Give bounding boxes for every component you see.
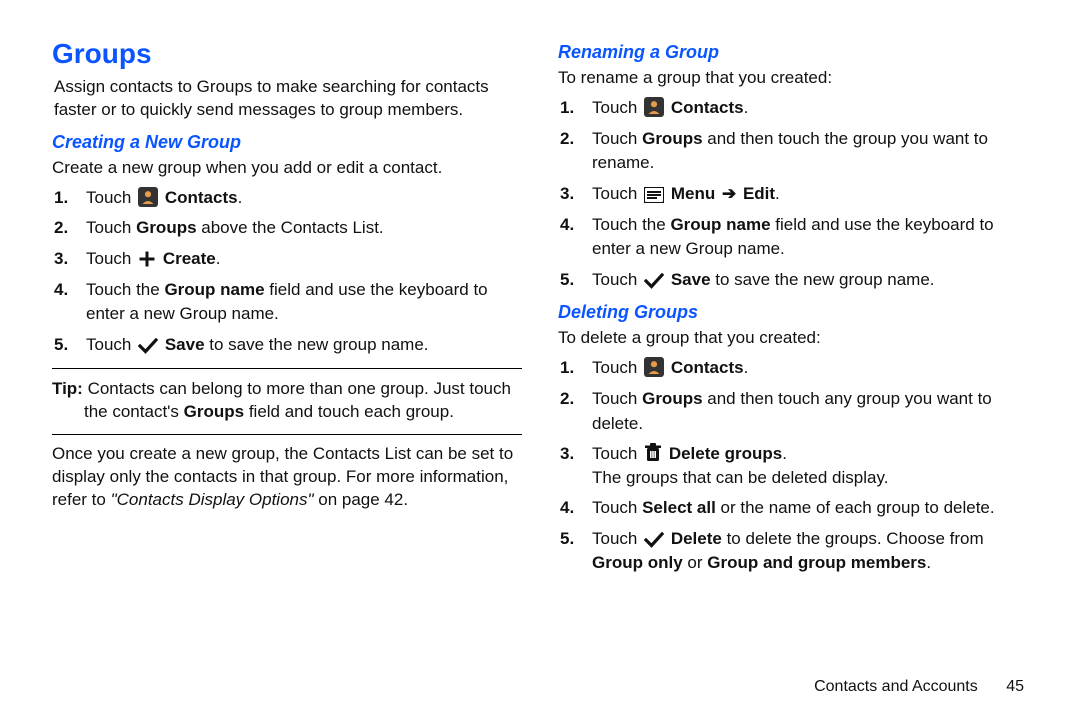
- check-icon: [644, 273, 664, 289]
- contacts-icon: [644, 357, 664, 377]
- subheading-creating: Creating a New Group: [52, 132, 522, 153]
- step: Touch Save to save the new group name.: [80, 333, 522, 358]
- creating-steps: Touch Contacts. Touch Groups above the C…: [52, 186, 522, 358]
- tip-text: Tip: Contacts can belong to more than on…: [52, 377, 522, 425]
- deleting-lead: To delete a group that you created:: [558, 327, 1028, 350]
- contacts-icon: [644, 97, 664, 117]
- page-footer: Contacts and Accounts 45: [814, 678, 1024, 696]
- step: Touch Save to save the new group name.: [586, 268, 1028, 293]
- creating-lead: Create a new group when you add or edit …: [52, 157, 522, 180]
- contacts-icon: [138, 187, 158, 207]
- step-note: The groups that can be deleted display.: [592, 467, 1028, 490]
- intro-paragraph: Assign contacts to Groups to make search…: [52, 76, 522, 122]
- section-heading: Groups: [52, 38, 522, 70]
- deleting-steps: Touch Contacts. Touch Groups and then to…: [558, 356, 1028, 575]
- divider: [52, 368, 522, 369]
- step: Touch Select all or the name of each gro…: [586, 496, 1028, 521]
- chapter-title: Contacts and Accounts: [814, 678, 978, 695]
- step: Touch Menu ➔ Edit.: [586, 182, 1028, 207]
- subheading-deleting: Deleting Groups: [558, 302, 1028, 323]
- page-number: 45: [1006, 678, 1024, 696]
- renaming-steps: Touch Contacts. Touch Groups and then to…: [558, 96, 1028, 292]
- right-column: Renaming a Group To rename a group that …: [558, 38, 1028, 582]
- step: Touch Groups and then touch the group yo…: [586, 127, 1028, 176]
- step: Touch Contacts.: [80, 186, 522, 211]
- step: Touch the Group name field and use the k…: [586, 213, 1028, 262]
- subheading-renaming: Renaming a Group: [558, 42, 1028, 63]
- step: Touch Delete to delete the groups. Choos…: [586, 527, 1028, 576]
- creating-note: Once you create a new group, the Contact…: [52, 443, 522, 512]
- step: Touch the Group name field and use the k…: [80, 278, 522, 327]
- left-column: Groups Assign contacts to Groups to make…: [52, 38, 522, 582]
- step: Touch Groups above the Contacts List.: [80, 216, 522, 241]
- divider: [52, 434, 522, 435]
- check-icon: [644, 532, 664, 548]
- step: Touch Contacts.: [586, 356, 1028, 381]
- step: Touch Contacts.: [586, 96, 1028, 121]
- check-icon: [138, 338, 158, 354]
- plus-icon: [138, 250, 156, 268]
- step: Touch Groups and then touch any group yo…: [586, 387, 1028, 436]
- renaming-lead: To rename a group that you created:: [558, 67, 1028, 90]
- step: Touch Delete groups. The groups that can…: [586, 442, 1028, 490]
- step: Touch Create.: [80, 247, 522, 272]
- arrow-icon: ➔: [720, 182, 738, 207]
- trash-icon: [644, 443, 662, 463]
- menu-icon: [644, 187, 664, 203]
